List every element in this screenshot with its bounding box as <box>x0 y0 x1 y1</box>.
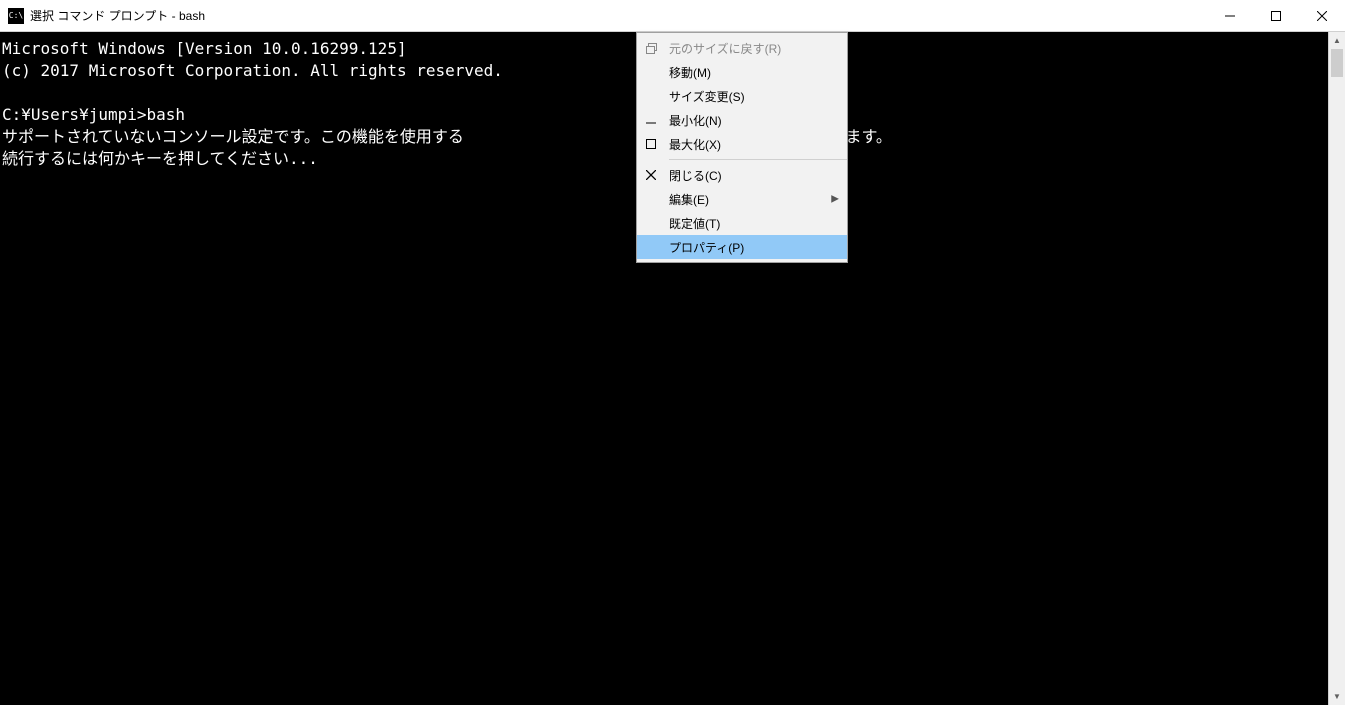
system-menu: 元のサイズに戻す(R) 移動(M) サイズ変更(S) 最小化(N) 最大化(X)… <box>636 32 848 263</box>
menu-label: 最大化(X) <box>669 136 721 153</box>
close-icon <box>645 169 657 181</box>
menu-properties[interactable]: プロパティ(P) <box>637 235 847 259</box>
menu-size[interactable]: サイズ変更(S) <box>637 84 847 108</box>
maximize-icon <box>1271 11 1281 21</box>
menu-maximize[interactable]: 最大化(X) <box>637 132 847 156</box>
maximize-icon <box>645 138 657 150</box>
scroll-track[interactable] <box>1329 49 1345 688</box>
app-icon[interactable]: C:\ <box>8 8 24 24</box>
menu-label: 閉じる(C) <box>669 167 722 184</box>
menu-move[interactable]: 移動(M) <box>637 60 847 84</box>
maximize-button[interactable] <box>1253 0 1299 31</box>
menu-label: 編集(E) <box>669 191 709 208</box>
vertical-scrollbar[interactable]: ▲ ▼ <box>1328 32 1345 705</box>
restore-icon <box>645 42 657 54</box>
menu-label: サイズ変更(S) <box>669 88 745 105</box>
menu-label: プロパティ(P) <box>669 239 744 256</box>
menu-label: 最小化(N) <box>669 112 722 129</box>
menu-defaults[interactable]: 既定値(T) <box>637 211 847 235</box>
scroll-up-button[interactable]: ▲ <box>1329 32 1345 49</box>
scroll-down-button[interactable]: ▼ <box>1329 688 1345 705</box>
close-icon <box>1317 11 1327 21</box>
menu-restore[interactable]: 元のサイズに戻す(R) <box>637 36 847 60</box>
menu-label: 既定値(T) <box>669 215 720 232</box>
scroll-thumb[interactable] <box>1331 49 1343 77</box>
menu-label: 移動(M) <box>669 64 711 81</box>
minimize-icon <box>645 114 657 126</box>
menu-label: 元のサイズに戻す(R) <box>669 40 781 57</box>
window-title: 選択 コマンド プロンプト - bash <box>30 7 205 24</box>
submenu-arrow-icon: ▶ <box>831 194 839 205</box>
minimize-button[interactable] <box>1207 0 1253 31</box>
window-controls <box>1207 0 1345 31</box>
menu-minimize[interactable]: 最小化(N) <box>637 108 847 132</box>
menu-separator <box>669 159 847 160</box>
close-button[interactable] <box>1299 0 1345 31</box>
menu-edit[interactable]: 編集(E) ▶ <box>637 187 847 211</box>
menu-close[interactable]: 閉じる(C) <box>637 163 847 187</box>
minimize-icon <box>1225 11 1235 21</box>
titlebar: C:\ 選択 コマンド プロンプト - bash <box>0 0 1345 32</box>
